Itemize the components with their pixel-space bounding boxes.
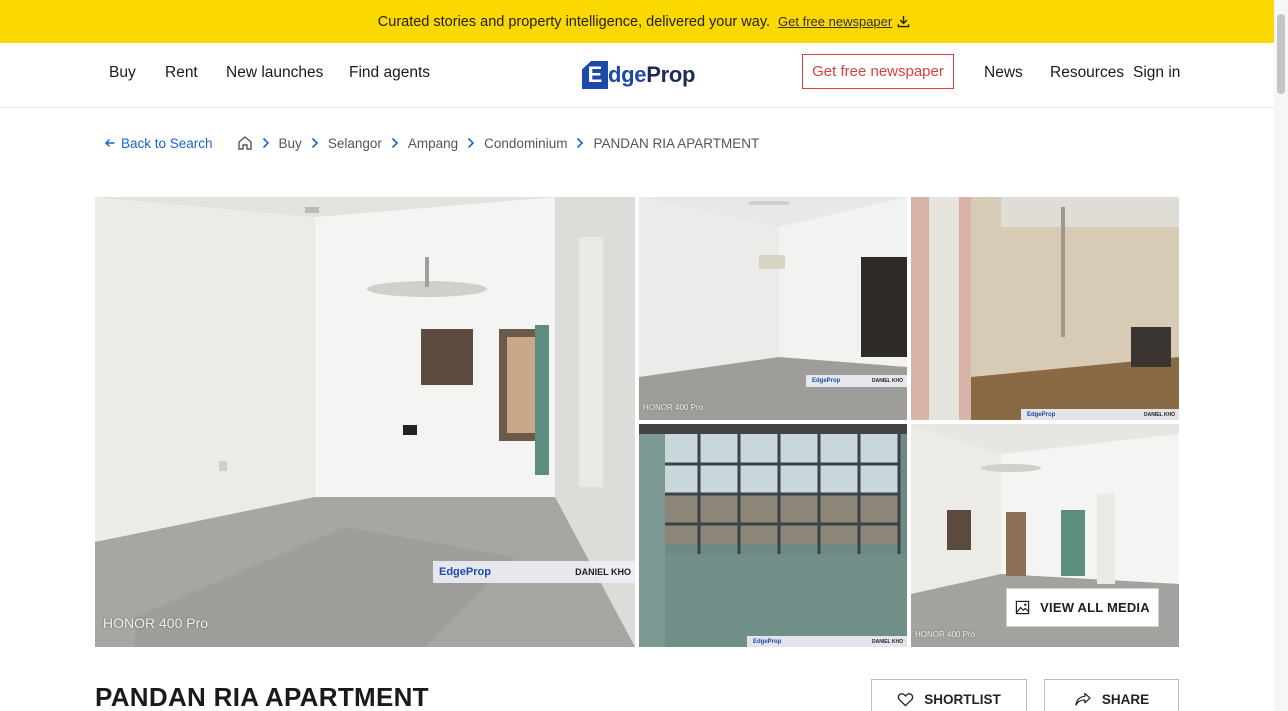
photo-watermark: EdgeProp DANIEL KHO bbox=[806, 375, 907, 387]
share-button[interactable]: SHARE bbox=[1044, 679, 1179, 711]
watermark-agent: DANIEL KHO bbox=[871, 638, 903, 645]
home-icon[interactable] bbox=[237, 135, 253, 151]
camera-label: HONOR 400 Pro bbox=[643, 403, 704, 412]
banner-text: Curated stories and property intelligenc… bbox=[377, 13, 771, 30]
logo-prop: Prop bbox=[646, 62, 696, 87]
camera-label: HONOR 400 Pro bbox=[915, 630, 976, 639]
banner-newspaper-link[interactable]: Get free newspaper bbox=[778, 14, 910, 29]
listing-title: PANDAN RIA APARTMENT bbox=[95, 682, 429, 711]
photo-watermark: EdgeProp DANIEL KHO bbox=[433, 561, 635, 583]
back-to-search-label: Back to Search bbox=[121, 135, 213, 151]
breadcrumb-buy[interactable]: Buy bbox=[279, 136, 302, 151]
shortlist-label: SHORTLIST bbox=[924, 691, 1001, 707]
nav-buy[interactable]: Buy bbox=[109, 64, 136, 82]
breadcrumb-selangor[interactable]: Selangor bbox=[328, 136, 382, 151]
back-to-search-link[interactable]: Back to Search bbox=[104, 136, 213, 151]
nav-rent[interactable]: Rent bbox=[165, 64, 198, 82]
breadcrumb-ampang[interactable]: Ampang bbox=[408, 136, 458, 151]
breadcrumb-condominium[interactable]: Condominium bbox=[484, 136, 567, 151]
shortlist-button[interactable]: SHORTLIST bbox=[871, 679, 1027, 711]
watermark-brand: EdgeProp bbox=[439, 566, 491, 578]
watermark-brand: EdgeProp bbox=[753, 638, 782, 645]
breadcrumb: Back to Search Buy Selangor Ampang Condo… bbox=[104, 133, 759, 153]
gallery-thumb-3[interactable]: EdgeProp DANIEL KHO bbox=[639, 424, 907, 647]
arrow-left-icon bbox=[104, 138, 115, 148]
nav-new-launches[interactable]: New launches bbox=[226, 64, 323, 82]
view-all-media-button[interactable]: VIEW ALL MEDIA bbox=[1006, 588, 1159, 627]
logo-dge: dge bbox=[608, 62, 647, 87]
watermark-agent: DANIEL KHO bbox=[871, 378, 903, 384]
promo-banner: Curated stories and property intelligenc… bbox=[0, 0, 1288, 43]
watermark-agent: DANIEL KHO bbox=[1143, 411, 1175, 418]
watermark-agent: DANIEL KHO bbox=[575, 567, 631, 577]
logo-wordmark: dgeProp bbox=[608, 62, 695, 88]
view-all-media-label: VIEW ALL MEDIA bbox=[1040, 600, 1150, 615]
photo-watermark: EdgeProp DANIEL KHO bbox=[1021, 409, 1179, 420]
page-scrollbar[interactable] bbox=[1274, 0, 1288, 711]
logo-mark: E bbox=[582, 61, 608, 89]
chevron-right-icon bbox=[576, 137, 584, 149]
watermark-brand: EdgeProp bbox=[812, 378, 841, 384]
photo-watermark: EdgeProp DANIEL KHO bbox=[747, 636, 907, 647]
share-label: SHARE bbox=[1101, 691, 1150, 707]
get-newspaper-button[interactable]: Get free newspaper bbox=[802, 54, 954, 89]
heart-icon bbox=[898, 692, 914, 707]
chevron-right-icon bbox=[391, 137, 399, 149]
camera-label: HONOR 400 Pro bbox=[103, 615, 209, 631]
gallery-thumb-2[interactable]: EdgeProp DANIEL KHO bbox=[911, 197, 1179, 420]
main-photo[interactable]: EdgeProp DANIEL KHO HONOR 400 Pro bbox=[95, 197, 635, 647]
watermark-brand: EdgeProp bbox=[1027, 411, 1056, 418]
nav-sign-in[interactable]: Sign in bbox=[1133, 64, 1180, 82]
download-icon bbox=[897, 15, 910, 28]
chevron-right-icon bbox=[262, 137, 270, 149]
nav-find-agents[interactable]: Find agents bbox=[349, 64, 430, 82]
gallery-thumb-1[interactable]: EdgeProp DANIEL KHO HONOR 400 Pro bbox=[639, 197, 907, 420]
chevron-right-icon bbox=[467, 137, 475, 149]
image-icon bbox=[1015, 600, 1030, 615]
scrollbar-thumb[interactable] bbox=[1277, 14, 1285, 94]
share-icon bbox=[1075, 692, 1091, 706]
nav-resources[interactable]: Resources bbox=[1050, 64, 1124, 82]
edgeprop-logo[interactable]: E dgeProp bbox=[582, 60, 695, 90]
banner-link-label: Get free newspaper bbox=[778, 14, 893, 29]
breadcrumb-current: PANDAN RIA APARTMENT bbox=[593, 135, 760, 151]
nav-news[interactable]: News bbox=[984, 64, 1023, 82]
chevron-right-icon bbox=[311, 137, 319, 149]
